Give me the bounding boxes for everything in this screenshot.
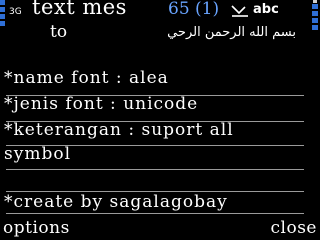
recipient-field[interactable]: بسم الله الرحمن الرحي bbox=[86, 25, 296, 40]
signal-strength-icon bbox=[0, 0, 6, 46]
close-softkey[interactable]: close bbox=[271, 218, 317, 238]
input-mode-indicator: abc bbox=[253, 2, 279, 17]
line-divider bbox=[6, 213, 304, 214]
recipient-label: to bbox=[50, 22, 68, 42]
softkey-bar: options close bbox=[0, 216, 320, 240]
message-line: *keterangan : suport all bbox=[4, 120, 234, 140]
message-line: *create by sagalagobay bbox=[4, 192, 228, 212]
message-editor[interactable]: *name font : alea *jenis font : unicode … bbox=[0, 46, 320, 214]
page-title: text mes bbox=[32, 0, 127, 19]
status-bar: 3G text mes 65 (1) abc bbox=[0, 0, 320, 30]
options-softkey[interactable]: options bbox=[3, 218, 70, 238]
battery-icon bbox=[312, 0, 318, 46]
edit-pen-icon bbox=[231, 5, 248, 17]
recipient-row[interactable]: to بسم الله الرحمن الرحي bbox=[50, 22, 310, 44]
message-line: *jenis font : unicode bbox=[4, 94, 199, 114]
message-line: *name font : alea bbox=[4, 68, 169, 88]
character-counter: 65 (1) bbox=[168, 0, 220, 19]
message-line: symbol bbox=[4, 144, 72, 164]
network-indicator: 3G bbox=[9, 7, 22, 17]
